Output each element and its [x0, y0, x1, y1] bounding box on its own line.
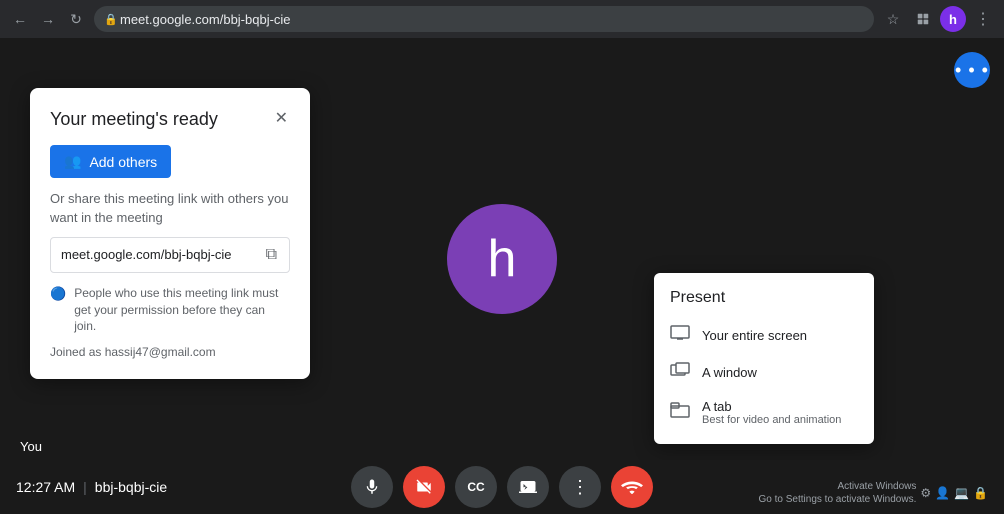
you-label: You [20, 439, 42, 454]
nav-buttons: ← → ↻ [8, 7, 88, 31]
camera-button[interactable] [403, 466, 445, 508]
present-button[interactable] [507, 466, 549, 508]
activate-windows-text: Activate Windows Go to Settings to activ… [759, 480, 917, 506]
time-display: 12:27 AM [16, 479, 75, 495]
more-options-button[interactable]: ⋮ [559, 466, 601, 508]
microphone-button[interactable] [351, 466, 393, 508]
add-others-icon: 👥 [64, 153, 81, 170]
close-card-button[interactable]: ✕ [273, 106, 290, 130]
address-bar[interactable]: 🔒 meet.google.com/bbj-bqbj-cie [94, 6, 874, 32]
meeting-code-display: bbj-bqbj-cie [95, 479, 167, 495]
window-icon [670, 362, 690, 383]
top-right-dots-button[interactable]: • • • [954, 52, 990, 88]
shield-icon: 🔵 [50, 286, 66, 302]
end-call-button[interactable] [611, 466, 653, 508]
card-header: Your meeting's ready ✕ [50, 108, 290, 131]
people-tray-icon: 👤 [935, 486, 950, 500]
meeting-time: 12:27 AM | bbj-bqbj-cie [16, 479, 167, 495]
security-text: People who use this meeting link must ge… [74, 285, 290, 335]
screen-icon [670, 325, 690, 346]
present-item-text-window: A window [702, 365, 757, 380]
present-popup: Present Your entire screen [654, 273, 874, 444]
joined-as-text: Joined as hassij47@gmail.com [50, 345, 290, 359]
card-title: Your meeting's ready [50, 108, 218, 131]
captions-button[interactable]: CC [455, 466, 497, 508]
meeting-area: • • • h Your meeting's ready ✕ 👥 Add oth… [0, 38, 1004, 514]
bottom-bar: 12:27 AM | bbj-bqbj-cie [0, 460, 1004, 514]
settings-tray-icon: ⚙ [920, 486, 931, 500]
toolbar-actions: ☆ h ⋮ [880, 6, 996, 32]
meeting-link-text: meet.google.com/bbj-bqbj-cie [61, 247, 232, 262]
copy-link-button[interactable]: ⧉ [264, 244, 279, 266]
tab-icon [670, 402, 690, 423]
user-avatar: h [447, 204, 557, 314]
share-text: Or share this meeting link with others y… [50, 190, 290, 226]
system-tray: ⚙ 👤 💻 🔒 [920, 486, 988, 500]
present-tab-label: A tab [702, 399, 841, 414]
present-item-text-tab: A tab Best for video and animation [702, 399, 841, 426]
bottom-right-area: Activate Windows Go to Settings to activ… [759, 480, 988, 506]
url-text: meet.google.com/bbj-bqbj-cie [120, 12, 291, 27]
present-window[interactable]: A window [654, 354, 874, 391]
present-window-label: A window [702, 365, 757, 380]
bookmark-button[interactable]: ☆ [880, 6, 906, 32]
controls-center: CC ⋮ [351, 466, 653, 508]
user-avatar-container: h [447, 204, 557, 324]
present-screen-label: Your entire screen [702, 328, 807, 343]
meeting-card: Your meeting's ready ✕ 👥 Add others Or s… [30, 88, 310, 379]
security-row: 🔵 People who use this meeting link must … [50, 285, 290, 335]
computer-tray-icon: 💻 [954, 486, 969, 500]
forward-button[interactable]: → [36, 7, 60, 31]
extension-button[interactable] [910, 6, 936, 32]
reload-button[interactable]: ↻ [64, 7, 88, 31]
present-tab-sublabel: Best for video and animation [702, 414, 841, 426]
back-button[interactable]: ← [8, 7, 32, 31]
add-others-label: Add others [89, 154, 157, 170]
lock-tray-icon: 🔒 [973, 486, 988, 500]
profile-avatar-browser[interactable]: h [940, 6, 966, 32]
dots-icon: • • • [955, 60, 989, 81]
present-item-text-screen: Your entire screen [702, 328, 807, 343]
browser-toolbar: ← → ↻ 🔒 meet.google.com/bbj-bqbj-cie ☆ h… [0, 0, 1004, 38]
link-box: meet.google.com/bbj-bqbj-cie ⧉ [50, 237, 290, 273]
add-others-button[interactable]: 👥 Add others [50, 145, 171, 178]
menu-button[interactable]: ⋮ [970, 6, 996, 32]
present-title: Present [654, 283, 874, 317]
time-divider: | [83, 479, 87, 495]
lock-icon: 🔒 [104, 13, 114, 25]
browser-frame: ← → ↻ 🔒 meet.google.com/bbj-bqbj-cie ☆ h… [0, 0, 1004, 514]
present-entire-screen[interactable]: Your entire screen [654, 317, 874, 354]
present-tab[interactable]: A tab Best for video and animation [654, 391, 874, 434]
